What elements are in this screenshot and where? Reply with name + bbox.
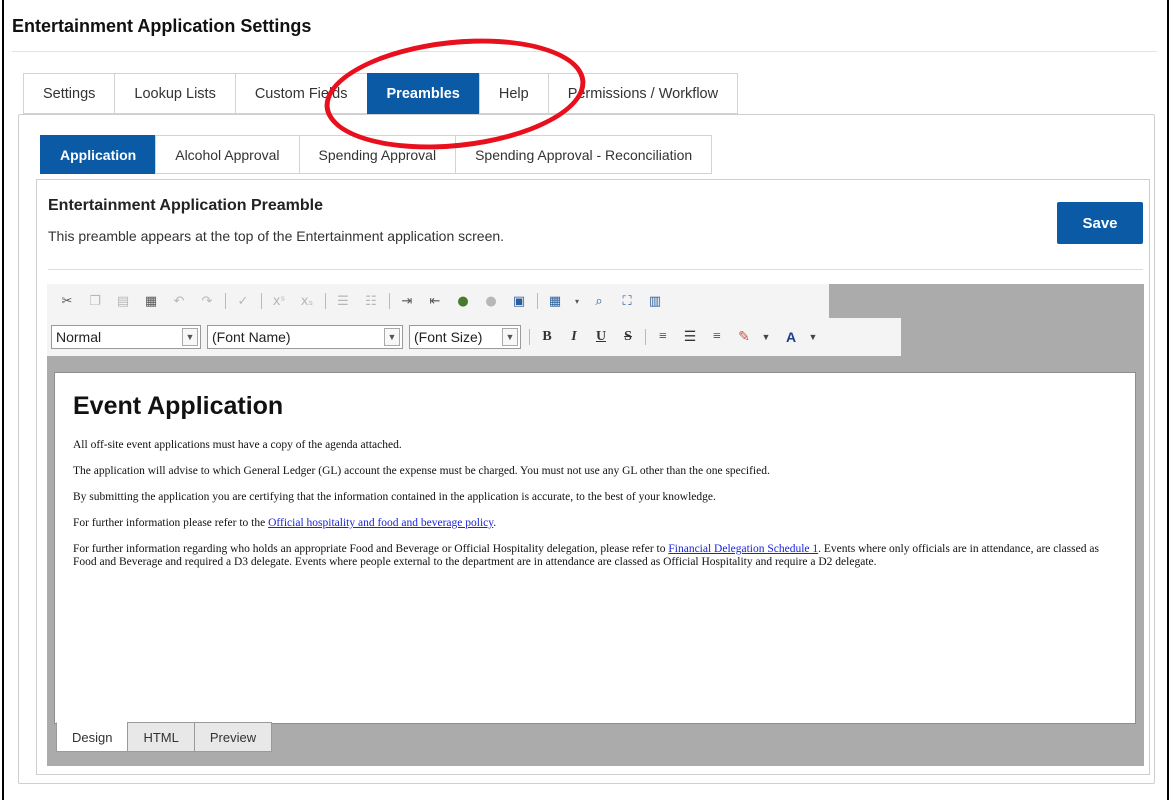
toolbar-separator — [261, 293, 262, 309]
tab-preview[interactable]: Preview — [193, 722, 273, 752]
numbered-list-icon[interactable]: ☷ — [359, 290, 383, 312]
toolbar-separator — [537, 293, 538, 309]
font-color-icon[interactable]: A — [779, 326, 803, 348]
window-border-right — [1167, 0, 1169, 800]
tab-design[interactable]: Design — [56, 722, 129, 752]
undo-icon[interactable]: ↶ — [167, 290, 191, 312]
italic-icon[interactable]: I — [562, 326, 586, 348]
editor-content-area[interactable]: Event Application All off-site event app… — [54, 372, 1136, 724]
font-size-select[interactable]: (Font Size) ▼ — [409, 325, 521, 349]
tab-alcohol-approval[interactable]: Alcohol Approval — [155, 135, 300, 174]
spell-check-icon[interactable]: ✓ — [231, 290, 255, 312]
indent-icon[interactable]: ⇥ — [395, 290, 419, 312]
rich-text-editor: ✂ ❐ ▤ ▦ ↶ ↷ ✓ xˢ xₛ ☰ ☷ ⇥ ⇤ ● ● ▣ ▦ ▾ ⌕ … — [47, 284, 1144, 766]
find-icon[interactable]: ⌕ — [587, 290, 611, 312]
paste-from-word-icon[interactable]: ▦ — [139, 290, 163, 312]
hospitality-policy-link[interactable]: Official hospitality and food and bevera… — [268, 517, 493, 529]
content-paragraph: All off-site event applications must hav… — [73, 439, 402, 451]
highlight-color-icon[interactable]: ✎ — [732, 326, 756, 348]
paragraph-text: For further information regarding who ho… — [73, 543, 669, 555]
insert-table-icon[interactable]: ▦ — [543, 290, 567, 312]
content-paragraph: The application will advise to which Gen… — [73, 465, 770, 477]
toolbar-separator — [325, 293, 326, 309]
insert-image-icon[interactable]: ▣ — [507, 290, 531, 312]
copy-icon[interactable]: ❐ — [83, 290, 107, 312]
content-paragraph: For further information regarding who ho… — [73, 543, 1117, 569]
columns-icon[interactable]: ▥ — [643, 290, 667, 312]
underline-icon[interactable]: U — [589, 326, 613, 348]
preamble-title: Entertainment Application Preamble — [48, 197, 324, 214]
editor-toolbar-row-2: Normal ▼ (Font Name) ▼ (Font Size) ▼ B I… — [47, 318, 901, 356]
paragraph-text: For further information please refer to … — [73, 517, 269, 529]
tab-spending-approval-reconciliation[interactable]: Spending Approval - Reconciliation — [455, 135, 713, 174]
title-divider — [12, 51, 1157, 52]
align-left-icon[interactable]: ≡ — [651, 326, 675, 348]
main-tabs: Settings Lookup Lists Custom Fields Prea… — [23, 73, 739, 114]
content-paragraph: For further information please refer to … — [73, 517, 1117, 530]
content-heading: Event Application — [73, 392, 284, 420]
toolbar-separator — [389, 293, 390, 309]
superscript-icon[interactable]: xˢ — [267, 290, 291, 312]
bulleted-list-icon[interactable]: ☰ — [331, 290, 355, 312]
toolbar-separator — [225, 293, 226, 309]
sub-tabs: Application Alcohol Approval Spending Ap… — [40, 135, 713, 174]
redo-icon[interactable]: ↷ — [195, 290, 219, 312]
subscript-icon[interactable]: xₛ — [295, 290, 319, 312]
table-dropdown-icon[interactable]: ▾ — [571, 290, 583, 312]
font-name-select[interactable]: (Font Name) ▼ — [207, 325, 403, 349]
chevron-down-icon: ▼ — [182, 328, 198, 346]
chevron-down-icon: ▼ — [502, 328, 518, 346]
format-select[interactable]: Normal ▼ — [51, 325, 201, 349]
paste-icon[interactable]: ▤ — [111, 290, 135, 312]
font-size-select-value: (Font Size) — [414, 329, 483, 345]
content-paragraph: By submitting the application you are ce… — [73, 491, 716, 503]
tab-html[interactable]: HTML — [127, 722, 195, 752]
fullscreen-icon[interactable]: ⛶ — [615, 290, 639, 312]
editor-toolbar-row-1: ✂ ❐ ▤ ▦ ↶ ↷ ✓ xˢ xₛ ☰ ☷ ⇥ ⇤ ● ● ▣ ▦ ▾ ⌕ … — [47, 284, 829, 318]
chevron-down-icon: ▼ — [384, 328, 400, 346]
page-title: Entertainment Application Settings — [12, 16, 312, 36]
toolbar-separator — [529, 329, 530, 345]
delegation-schedule-link[interactable]: Financial Delegation Schedule 1 — [668, 543, 818, 555]
tab-application[interactable]: Application — [40, 135, 157, 174]
tab-custom-fields[interactable]: Custom Fields — [234, 73, 368, 114]
font-color-dropdown-icon[interactable]: ▼ — [806, 326, 820, 348]
editor-mode-tabs: Design HTML Preview — [56, 722, 273, 752]
paragraph-text: . — [493, 517, 497, 529]
insert-link-icon[interactable]: ● — [451, 290, 475, 312]
align-right-icon[interactable]: ≡ — [705, 326, 729, 348]
tab-preambles[interactable]: Preambles — [366, 73, 480, 114]
tab-settings[interactable]: Settings — [23, 73, 116, 114]
font-name-select-value: (Font Name) — [212, 329, 291, 345]
toolbar-separator — [645, 329, 646, 345]
cut-icon[interactable]: ✂ — [55, 290, 79, 312]
preamble-description: This preamble appears at the top of the … — [48, 228, 505, 244]
tab-permissions-workflow[interactable]: Permissions / Workflow — [547, 73, 739, 114]
save-button[interactable]: Save — [1057, 202, 1143, 244]
align-center-icon[interactable]: ☰ — [678, 326, 702, 348]
strikethrough-icon[interactable]: S — [616, 326, 640, 348]
description-divider — [48, 269, 1143, 270]
bold-icon[interactable]: B — [535, 326, 559, 348]
remove-link-icon[interactable]: ● — [479, 290, 503, 312]
outdent-icon[interactable]: ⇤ — [423, 290, 447, 312]
tab-lookup-lists[interactable]: Lookup Lists — [114, 73, 236, 114]
highlight-dropdown-icon[interactable]: ▼ — [759, 326, 773, 348]
format-select-value: Normal — [56, 329, 102, 345]
tab-spending-approval[interactable]: Spending Approval — [298, 135, 457, 174]
tab-help[interactable]: Help — [478, 73, 549, 114]
window-border-left — [2, 0, 4, 800]
